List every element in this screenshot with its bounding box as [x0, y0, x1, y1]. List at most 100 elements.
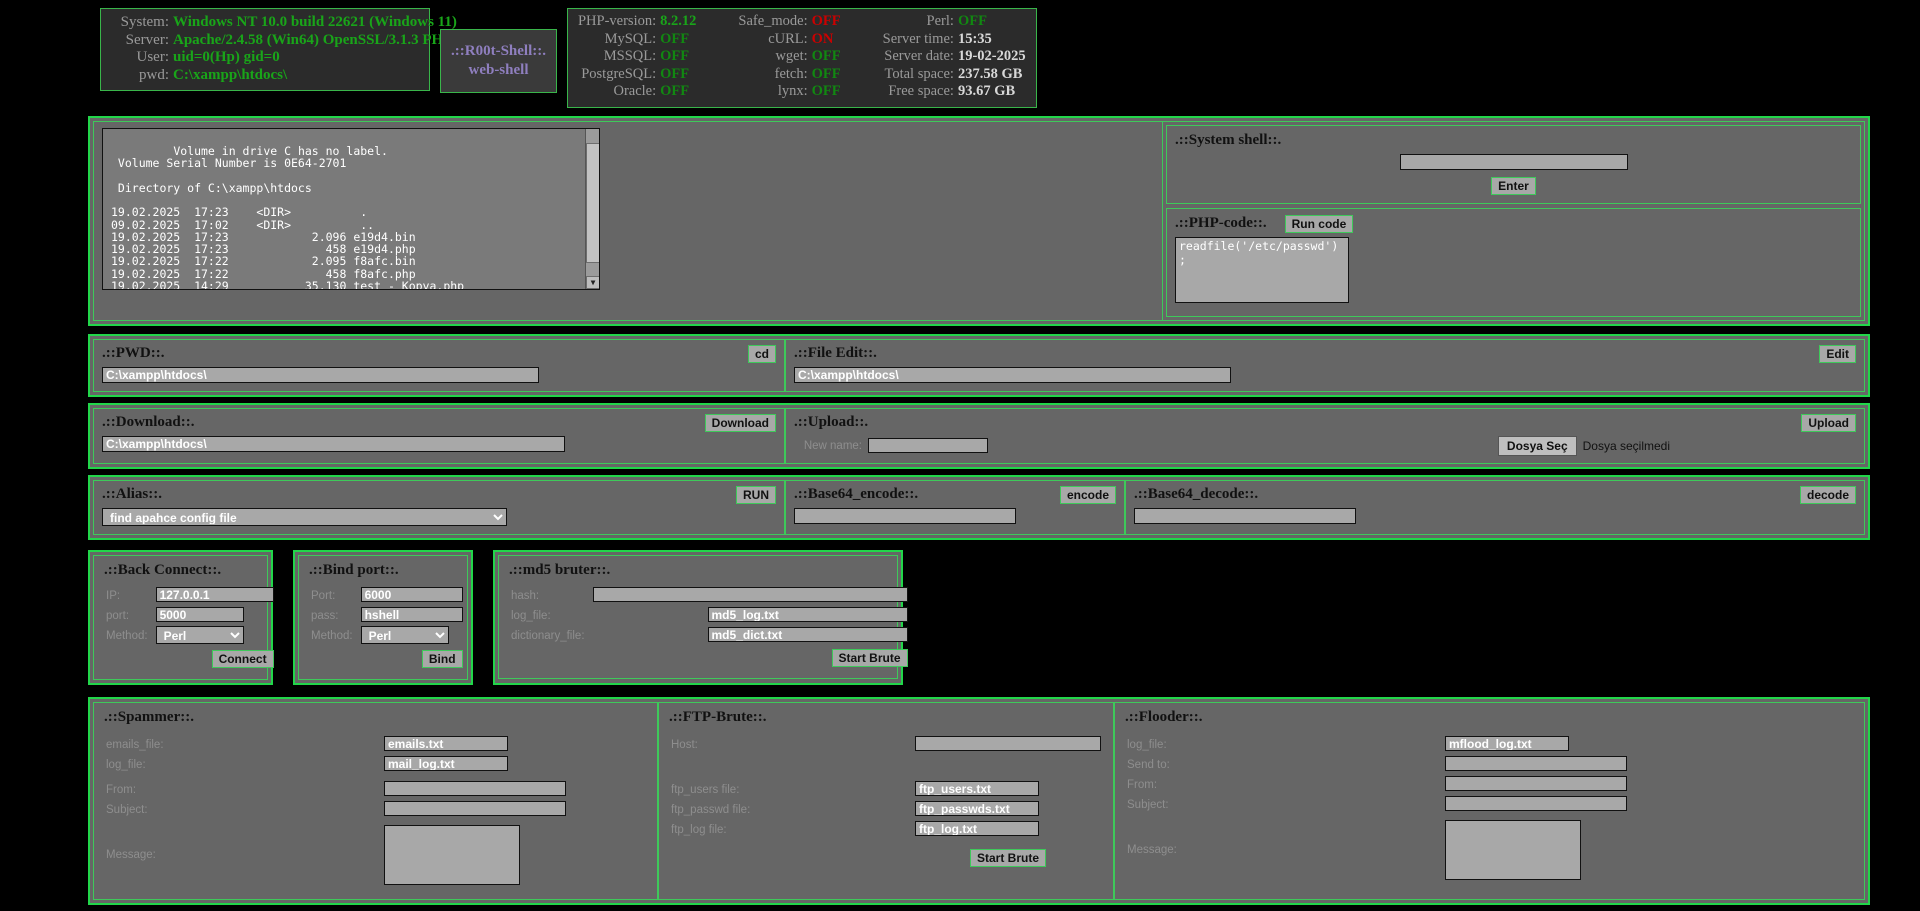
upload-newname-label: New name: — [803, 439, 862, 452]
ftp-passwd-input[interactable] — [915, 801, 1039, 816]
spammer-panel: .::Spammer::. emails_file: log_file: Fro… — [93, 701, 658, 900]
spacer — [843, 13, 881, 31]
table-row: log_file: — [1125, 734, 1854, 754]
flooder-message-textarea[interactable] — [1445, 819, 1581, 880]
table-row: dictionary_file: — [509, 625, 910, 645]
bind-port-pass-input[interactable] — [360, 607, 463, 622]
spammer-log-input[interactable] — [384, 756, 508, 771]
flooder-log-input[interactable] — [1445, 736, 1569, 751]
md5-hash-label: hash: — [511, 589, 540, 602]
stat-value: OFF — [811, 48, 841, 64]
info-value: C:\xampp\htdocs\ — [173, 66, 288, 83]
info-key: User: — [136, 49, 170, 65]
ftp-host-input[interactable] — [915, 736, 1101, 751]
bind-port-port-label: Port: — [311, 589, 336, 602]
ftp-start-brute-button[interactable]: Start Brute — [969, 848, 1046, 867]
choose-file-button[interactable]: Dosya Seç — [1497, 435, 1577, 456]
ftp-brute-title: .::FTP-Brute::. — [669, 708, 767, 725]
md5-log-label: log_file: — [511, 609, 551, 622]
stat-key: Perl: — [926, 13, 954, 29]
pwd-cd-button[interactable]: cd — [747, 344, 776, 363]
file-edit-panel: .::File Edit::. Edit — [785, 338, 1865, 392]
scroll-down-icon[interactable]: ▼ — [586, 275, 599, 289]
base64-decode-input[interactable] — [1134, 507, 1356, 524]
md5-dict-input[interactable] — [707, 627, 908, 642]
flooder-subject-input[interactable] — [1445, 796, 1627, 811]
back-connect-port-input[interactable] — [155, 607, 244, 622]
table-row: Send to: — [1125, 754, 1854, 774]
table-row: Port: — [309, 585, 465, 605]
upload-panel: .::Upload::. Upload New name: Dosya Seç … — [785, 407, 1865, 464]
info-row-user: User: uid=0(Hp) gid=0 — [111, 49, 419, 67]
spammer-emails-input[interactable] — [384, 736, 508, 751]
spammer-from-input[interactable] — [384, 781, 566, 796]
flooder-sendto-input[interactable] — [1445, 756, 1627, 771]
alias-base64-section: .::Alias::. RUN find apahce config file … — [88, 474, 1870, 540]
flooder-from-input[interactable] — [1445, 776, 1627, 791]
ftp-host-label: Host: — [671, 738, 698, 751]
bind-port-method-select[interactable]: Perl — [360, 625, 449, 644]
spammer-log-label: log_file: — [106, 758, 146, 771]
table-row: port: — [104, 605, 276, 625]
table-row: Oracle: OFF lynx: OFF Free space: 93.67 … — [576, 83, 1028, 101]
alias-select[interactable]: find apahce config file — [102, 507, 507, 526]
spammer-subject-input[interactable] — [384, 801, 566, 816]
info-value: Windows NT 10.0 build 22621 (Windows 11) — [173, 14, 457, 30]
base64-encode-panel: .::Base64_encode::. encode — [785, 479, 1125, 535]
system-shell-enter-button[interactable]: Enter — [1491, 176, 1536, 195]
alias-panel: .::Alias::. RUN find apahce config file — [93, 479, 785, 535]
alias-run-button[interactable]: RUN — [736, 485, 776, 504]
table-row: From: — [1125, 774, 1854, 794]
md5-log-input[interactable] — [707, 607, 908, 622]
md5-start-brute-button[interactable]: Start Brute — [831, 648, 908, 667]
download-button[interactable]: Download — [704, 413, 776, 432]
download-panel: .::Download::. Download — [93, 407, 785, 464]
base64-decode-button[interactable]: decode — [1799, 485, 1856, 504]
info-row-pwd: pwd: C:\xampp\htdocs\ — [111, 67, 419, 85]
back-connect-button[interactable]: Connect — [211, 649, 274, 668]
php-code-title: .::PHP-code::. — [1175, 215, 1267, 231]
bind-port-pass-label: pass: — [311, 609, 339, 622]
file-edit-button[interactable]: Edit — [1819, 344, 1856, 363]
bind-port-port-input[interactable] — [360, 587, 463, 602]
back-connect-method-label: Method: — [106, 630, 148, 642]
spacer — [698, 48, 736, 66]
back-connect-method-select[interactable]: Perl — [155, 625, 244, 644]
system-info-box: System: Windows NT 10.0 build 22621 (Win… — [100, 8, 494, 91]
ftp-log-input[interactable] — [915, 821, 1039, 836]
file-edit-input[interactable] — [794, 366, 1231, 383]
bind-port-button[interactable]: Bind — [421, 649, 463, 668]
stat-key: Safe_mode: — [738, 13, 808, 29]
table-row: MSSQL: OFF wget: OFF Server date: 19-02-… — [576, 48, 1028, 66]
flooder-from-label: From: — [1127, 778, 1158, 791]
upload-button[interactable]: Upload — [1801, 413, 1856, 432]
back-connect-ip-input[interactable] — [155, 587, 274, 602]
stat-key: Server date: — [884, 48, 954, 64]
base64-encode-input[interactable] — [794, 507, 1016, 524]
pwd-input[interactable] — [102, 366, 539, 383]
md5-hash-input[interactable] — [592, 587, 908, 602]
back-connect-port-label: port: — [106, 609, 130, 622]
php-code-textarea[interactable]: readfile('/etc/passwd'); — [1175, 236, 1349, 303]
info-key: pwd: — [139, 66, 169, 83]
upload-newname-input[interactable] — [868, 438, 988, 453]
ftp-users-input[interactable] — [915, 781, 1039, 796]
stat-value: OFF — [660, 30, 690, 47]
back-connect-panel: .::Back Connect::. IP: port: Method: Per… — [88, 549, 276, 685]
download-input[interactable] — [102, 435, 565, 452]
scrollbar-thumb[interactable] — [586, 142, 599, 263]
table-row: ftp_passwd file: — [669, 799, 1103, 819]
table-row: MySQL: OFF cURL: ON Server time: 15:35 — [576, 31, 1028, 49]
stat-value: OFF — [811, 65, 841, 82]
php-run-code-button[interactable]: Run code — [1284, 214, 1354, 233]
system-shell-input[interactable] — [1399, 153, 1628, 170]
command-output-console[interactable]: Volume in drive C has no label. Volume S… — [102, 127, 600, 290]
flooder-panel: .::Flooder::. log_file: Send to: From: S… — [1114, 701, 1865, 900]
spammer-message-label: Message: — [106, 848, 156, 861]
spammer-message-textarea[interactable] — [384, 824, 520, 885]
stat-key: PHP-version: — [577, 13, 657, 29]
alias-title: .::Alias::. — [102, 486, 162, 502]
base64-encode-button[interactable]: encode — [1059, 485, 1116, 504]
console-scrollbar[interactable]: ▲ ▼ — [585, 128, 599, 289]
stat-value: OFF — [957, 13, 987, 29]
